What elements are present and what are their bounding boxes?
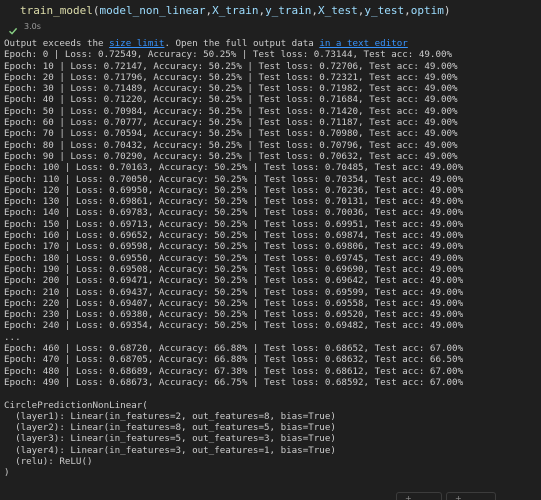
epoch-line: Epoch: 190 | Loss: 0.69508, Accuracy: 50… <box>4 263 464 275</box>
comma: , <box>404 4 411 17</box>
output-text: Output exceeds the size limit. Open the … <box>4 38 463 479</box>
epoch-line: Epoch: 30 | Loss: 0.71489, Accuracy: 50.… <box>4 83 458 95</box>
size-limit-link[interactable]: size limit <box>109 38 164 49</box>
epoch-line: Epoch: 460 | Loss: 0.68720, Accuracy: 66… <box>4 343 464 355</box>
check-icon <box>8 21 18 35</box>
text-editor-link[interactable]: in a text editor <box>319 38 408 49</box>
epoch-line: Epoch: 10 | Loss: 0.72147, Accuracy: 50.… <box>4 60 458 72</box>
epoch-line: Epoch: 230 | Loss: 0.69380, Accuracy: 50… <box>4 309 464 321</box>
add-markdown-button[interactable]: + Markdown <box>446 492 496 500</box>
epoch-line: Epoch: 200 | Loss: 0.69471, Accuracy: 50… <box>4 275 464 287</box>
epoch-line: Epoch: 60 | Loss: 0.70777, Accuracy: 50.… <box>4 117 458 129</box>
close-paren: ) <box>443 4 451 17</box>
epoch-line: Epoch: 20 | Loss: 0.71796, Accuracy: 50.… <box>4 71 458 83</box>
epoch-line: Epoch: 210 | Loss: 0.69437, Accuracy: 50… <box>4 286 464 298</box>
code-line[interactable]: train_model(model_non_linear,X_train,y_t… <box>20 4 451 18</box>
execution-time: 3.0s <box>24 21 41 31</box>
notice-middle: . Open the full output data <box>164 38 320 49</box>
epoch-line: Epoch: 40 | Loss: 0.71220, Accuracy: 50.… <box>4 94 458 106</box>
epoch-line: Epoch: 170 | Loss: 0.69598, Accuracy: 50… <box>4 241 464 253</box>
arg-y-train: y_train <box>265 4 312 17</box>
model-line: (layer1): Linear(in_features=2, out_feat… <box>4 410 336 422</box>
epoch-line: Epoch: 470 | Loss: 0.68705, Accuracy: 66… <box>4 354 464 366</box>
epoch-line: Epoch: 240 | Loss: 0.69354, Accuracy: 50… <box>4 320 464 332</box>
arg-x-test: X_test <box>318 4 358 17</box>
epoch-line: Epoch: 120 | Loss: 0.69950, Accuracy: 50… <box>4 184 464 196</box>
notice-prefix: Output exceeds the <box>4 38 110 49</box>
epoch-line: Epoch: 140 | Loss: 0.69783, Accuracy: 50… <box>4 207 464 219</box>
epoch-line: Epoch: 130 | Loss: 0.69861, Accuracy: 50… <box>4 196 464 208</box>
epoch-line: Epoch: 50 | Loss: 0.70984, Accuracy: 50.… <box>4 105 458 117</box>
output-limit-notice: Output exceeds the size limit. Open the … <box>4 38 463 49</box>
epoch-line: Epoch: 180 | Loss: 0.69550, Accuracy: 50… <box>4 252 464 264</box>
epoch-line: Epoch: 100 | Loss: 0.70163, Accuracy: 50… <box>4 162 464 174</box>
cell-output: Output exceeds the size limit. Open the … <box>0 36 541 500</box>
model-line: (layer2): Linear(in_features=8, out_feat… <box>4 422 336 434</box>
model-line: (layer3): Linear(in_features=5, out_feat… <box>4 433 336 445</box>
epoch-line: Epoch: 90 | Loss: 0.70290, Accuracy: 50.… <box>4 150 458 162</box>
epoch-line: Epoch: 0 | Loss: 0.72549, Accuracy: 50.2… <box>4 49 453 61</box>
epoch-line: Epoch: 160 | Loss: 0.69652, Accuracy: 50… <box>4 230 464 242</box>
epoch-log: Epoch: 0 | Loss: 0.72549, Accuracy: 50.2… <box>4 49 463 331</box>
arg-x-train: X_train <box>212 4 259 17</box>
model-line: ) <box>4 467 10 479</box>
ellipsis-line: ... <box>4 331 21 343</box>
epoch-log-tail: Epoch: 460 | Loss: 0.68720, Accuracy: 66… <box>4 343 463 388</box>
code-cell[interactable]: train_model(model_non_linear,X_train,y_t… <box>0 0 541 35</box>
execution-status: 3.0s <box>8 20 41 35</box>
cell-toolbar: + Code + Markdown <box>0 490 541 500</box>
epoch-line: Epoch: 80 | Loss: 0.70432, Accuracy: 50.… <box>4 139 458 151</box>
arg-y-test: y_test <box>364 4 405 17</box>
epoch-line: Epoch: 110 | Loss: 0.70050, Accuracy: 50… <box>4 173 464 185</box>
epoch-line: Epoch: 220 | Loss: 0.69407, Accuracy: 50… <box>4 297 464 309</box>
model-line: (relu): ReLU() <box>4 455 93 467</box>
add-code-button[interactable]: + Code <box>396 492 442 500</box>
model-line: (layer4): Linear(in_features=3, out_feat… <box>4 444 336 456</box>
function-name: train_model <box>20 4 93 17</box>
epoch-line: Epoch: 70 | Loss: 0.70594, Accuracy: 50.… <box>4 128 458 140</box>
epoch-line: Epoch: 490 | Loss: 0.68673, Accuracy: 66… <box>4 376 464 388</box>
epoch-line: Epoch: 150 | Loss: 0.69713, Accuracy: 50… <box>4 218 464 230</box>
epoch-line: Epoch: 480 | Loss: 0.68689, Accuracy: 67… <box>4 365 464 377</box>
arg-optim: optim <box>410 4 444 17</box>
model-line: CirclePredictionNonLinear( <box>4 399 148 411</box>
arg-model: model_non_linear <box>99 4 206 17</box>
model-summary: CirclePredictionNonLinear( (layer1): Lin… <box>4 400 463 479</box>
